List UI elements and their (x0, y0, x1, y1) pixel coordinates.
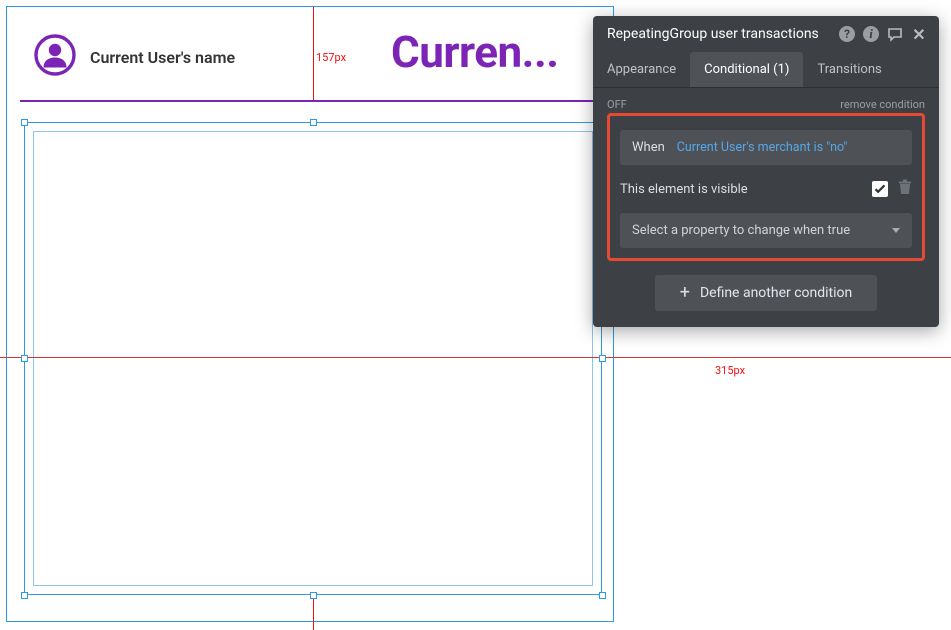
editor-canvas[interactable]: 157px Current User's name Curren... 315p… (0, 0, 951, 630)
when-expression-text[interactable]: Current User's merchant is "no" (677, 140, 848, 155)
highlighted-condition-block: When Current User's merchant is "no" Thi… (607, 113, 925, 261)
close-icon[interactable]: ✕ (911, 26, 927, 42)
when-expression-bar[interactable]: When Current User's merchant is "no" (620, 130, 912, 165)
define-another-condition-button[interactable]: + Define another condition (655, 275, 877, 311)
measure-line-vertical-bottom (313, 595, 314, 630)
tab-conditional[interactable]: Conditional (1) (690, 52, 803, 87)
comment-icon[interactable] (887, 26, 903, 42)
info-icon[interactable]: i (863, 26, 879, 42)
heading-truncated[interactable]: Curren... (391, 26, 558, 78)
measure-line-vertical-top (313, 7, 314, 101)
resize-handle-br[interactable] (599, 592, 606, 599)
tab-transitions[interactable]: Transitions (803, 52, 895, 87)
properties-panel[interactable]: RepeatingGroup user transactions ? i ✕ A… (593, 16, 939, 327)
plus-icon: + (680, 286, 690, 300)
trash-icon[interactable] (898, 179, 912, 199)
dimension-label-315: 315px (715, 364, 745, 377)
condition-remove-link[interactable]: remove condition (840, 98, 925, 111)
visible-checkbox[interactable] (872, 181, 888, 197)
property-select-dropdown[interactable]: Select a property to change when true (620, 213, 912, 248)
panel-title: RepeatingGroup user transactions (607, 26, 831, 42)
dimension-label-157: 157px (316, 51, 346, 64)
divider-purple (20, 100, 604, 102)
user-name-label: Current User's name (90, 48, 235, 67)
property-select-placeholder: Select a property to change when true (632, 223, 850, 238)
define-button-label: Define another condition (700, 285, 852, 301)
repeatinggroup-cell-outline (33, 131, 593, 586)
user-avatar-icon (34, 34, 76, 80)
help-icon[interactable]: ? (839, 26, 855, 42)
resize-handle-ml[interactable] (21, 355, 28, 362)
visible-label: This element is visible (620, 182, 748, 197)
tab-appearance[interactable]: Appearance (593, 52, 690, 87)
panel-body: OFF remove condition When Current User's… (593, 88, 939, 327)
condition-status-off[interactable]: OFF (607, 98, 627, 111)
panel-header[interactable]: RepeatingGroup user transactions ? i ✕ (593, 16, 939, 52)
resize-handle-bl[interactable] (21, 592, 28, 599)
resize-handle-tl[interactable] (21, 119, 28, 126)
visible-row: This element is visible (620, 179, 912, 199)
resize-handle-tc[interactable] (310, 119, 317, 126)
chevron-down-icon (892, 228, 900, 233)
measure-line-horizontal (0, 357, 951, 358)
resize-handle-mr[interactable] (599, 355, 606, 362)
resize-handle-bc[interactable] (310, 592, 317, 599)
user-block[interactable]: Current User's name (34, 34, 235, 80)
panel-tabs: Appearance Conditional (1) Transitions (593, 52, 939, 88)
when-label: When (632, 140, 665, 155)
condition-status-row: OFF remove condition (607, 98, 925, 111)
